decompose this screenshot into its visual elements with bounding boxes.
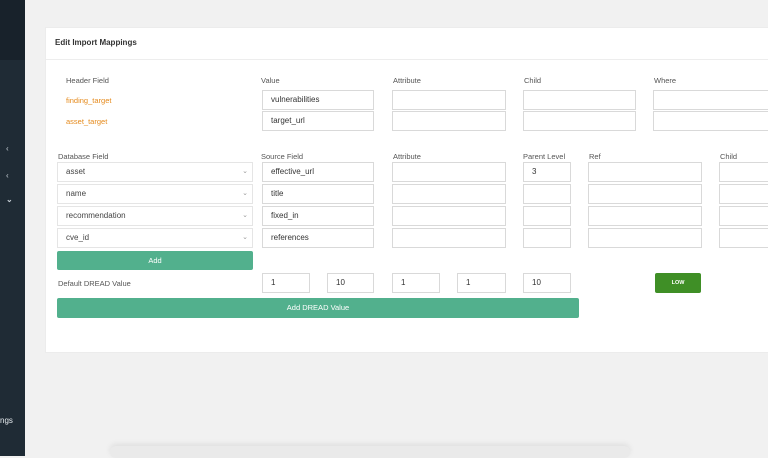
header-attribute-input[interactable] bbox=[392, 111, 506, 131]
dread-discoverability-input[interactable]: 10 bbox=[523, 273, 571, 293]
ref-input[interactable] bbox=[588, 162, 702, 182]
ref-column-label: Ref bbox=[589, 152, 601, 161]
where-column-label: Where bbox=[654, 76, 677, 85]
header-child-input[interactable] bbox=[523, 90, 636, 110]
chevron-down-icon[interactable]: ⌄ bbox=[6, 195, 13, 204]
page-title: Edit Import Mappings bbox=[55, 38, 137, 47]
dread-reproducibility-input[interactable]: 10 bbox=[327, 273, 374, 293]
sidebar: ‹ ‹ ⌄ ngs bbox=[0, 0, 25, 456]
header-attribute-input[interactable] bbox=[392, 90, 506, 110]
parent-level-input[interactable] bbox=[523, 206, 571, 226]
header-value-input[interactable]: vulnerabilities bbox=[262, 90, 374, 110]
add-mapping-button[interactable]: Add bbox=[57, 251, 253, 270]
source-field-column-label: Source Field bbox=[261, 152, 304, 161]
divider bbox=[46, 59, 768, 60]
database-field-select[interactable]: recommendation ⌄ bbox=[57, 206, 253, 226]
header-field-column-label: Header Field bbox=[66, 76, 109, 85]
database-field-column-label: Database Field bbox=[58, 152, 109, 161]
sidebar-item-label[interactable]: ngs bbox=[0, 416, 13, 425]
ref-input[interactable] bbox=[588, 228, 702, 248]
sidebar-header bbox=[0, 0, 25, 60]
dread-damage-input[interactable]: 1 bbox=[262, 273, 310, 293]
source-field-input[interactable]: references bbox=[262, 228, 374, 248]
header-value-input[interactable]: target_url bbox=[262, 111, 374, 131]
chevron-left-icon[interactable]: ‹ bbox=[6, 144, 9, 153]
value-column-label: Value bbox=[261, 76, 280, 85]
database-field-select[interactable]: asset ⌄ bbox=[57, 162, 253, 182]
parent-level-column-label: Parent Level bbox=[523, 152, 566, 161]
dread-affected-users-input[interactable]: 1 bbox=[457, 273, 506, 293]
child-column-label: Child bbox=[524, 76, 542, 85]
header-field-label: asset_target bbox=[66, 117, 108, 126]
parent-level-input[interactable]: 3 bbox=[523, 162, 571, 182]
parent-level-input[interactable] bbox=[523, 228, 571, 248]
database-field-select[interactable]: name ⌄ bbox=[57, 184, 253, 204]
dread-label: Default DREAD Value bbox=[58, 279, 131, 288]
chevron-left-icon[interactable]: ‹ bbox=[6, 171, 9, 180]
select-value: name bbox=[66, 189, 87, 198]
child-input[interactable] bbox=[719, 206, 768, 226]
dread-rating-badge: LOW bbox=[655, 273, 701, 293]
source-field-input[interactable]: fixed_in bbox=[262, 206, 374, 226]
chevron-down-icon: ⌄ bbox=[242, 234, 248, 241]
header-child-input[interactable] bbox=[523, 111, 636, 131]
select-value: asset bbox=[66, 167, 86, 176]
ref-input[interactable] bbox=[588, 184, 702, 204]
attribute-input[interactable] bbox=[392, 228, 506, 248]
attribute-input[interactable] bbox=[392, 162, 506, 182]
dread-exploitability-input[interactable]: 1 bbox=[392, 273, 440, 293]
chevron-down-icon: ⌄ bbox=[242, 212, 248, 219]
child-input[interactable] bbox=[719, 184, 768, 204]
chevron-down-icon: ⌄ bbox=[242, 168, 248, 175]
child-input[interactable] bbox=[719, 162, 768, 182]
attribute-column-label: Attribute bbox=[393, 76, 421, 85]
header-where-input[interactable] bbox=[653, 90, 768, 110]
source-field-input[interactable]: effective_url bbox=[262, 162, 374, 182]
select-value: recommendation bbox=[66, 211, 126, 220]
parent-level-input[interactable] bbox=[523, 184, 571, 204]
attribute-input[interactable] bbox=[392, 206, 506, 226]
bottom-panel-edge bbox=[110, 446, 630, 458]
child-column-label: Child bbox=[720, 152, 738, 161]
chevron-down-icon: ⌄ bbox=[242, 190, 248, 197]
database-field-select[interactable]: cve_id ⌄ bbox=[57, 228, 253, 248]
attribute-input[interactable] bbox=[392, 184, 506, 204]
attribute-column-label: Attribute bbox=[393, 152, 421, 161]
header-field-label: finding_target bbox=[66, 96, 112, 105]
header-where-input[interactable] bbox=[653, 111, 768, 131]
source-field-input[interactable]: title bbox=[262, 184, 374, 204]
add-dread-value-button[interactable]: Add DREAD Value bbox=[57, 298, 579, 318]
child-input[interactable] bbox=[719, 228, 768, 248]
ref-input[interactable] bbox=[588, 206, 702, 226]
select-value: cve_id bbox=[66, 233, 90, 242]
